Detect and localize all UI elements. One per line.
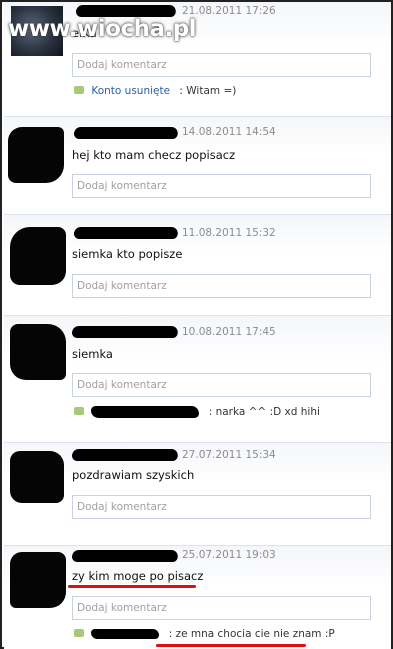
screenshot-frame: 21.08.2011 17:26 elKa Konto usunięte : W… — [0, 0, 393, 649]
avatar[interactable] — [10, 227, 66, 285]
post-text: zy kim moge po pisacz — [72, 569, 204, 583]
comment-input[interactable] — [73, 496, 370, 518]
post-date: 14.08.2011 14:54 — [182, 126, 276, 138]
comment-reply: : ze mna chocia cie nie znam :P — [74, 628, 335, 640]
comment-author-link[interactable]: Konto usunięte — [91, 85, 170, 97]
post-text: siemka kto popisze — [72, 247, 183, 261]
comment-field[interactable] — [72, 495, 371, 519]
comment-text: : narka ^^ :D xd hihi — [208, 406, 320, 418]
wall-post: 10.08.2011 17:45 siemka : narka ^^ :D xd… — [4, 315, 391, 437]
comment-field[interactable] — [72, 53, 371, 77]
comment-text: : Witam =) — [179, 85, 237, 97]
redacted-comment-author — [91, 406, 200, 418]
comment-icon — [74, 407, 84, 415]
comment-input[interactable] — [73, 275, 370, 297]
redacted-author-name — [70, 326, 180, 338]
wall-post: 14.08.2011 14:54 hej kto mam checz popis… — [4, 116, 391, 208]
post-date: 10.08.2011 17:45 — [182, 326, 276, 338]
comment-reply: Konto usunięte : Witam =) — [74, 85, 236, 97]
post-text: pozdrawiam szyskich — [72, 468, 195, 482]
avatar[interactable] — [8, 127, 64, 183]
post-text: hej kto mam checz popisacz — [72, 148, 236, 162]
post-date: 27.07.2011 15:34 — [182, 449, 276, 461]
wall-post: 25.07.2011 19:03 zy kim moge po pisacz :… — [4, 545, 391, 649]
comment-input[interactable] — [73, 175, 370, 197]
comment-icon — [74, 86, 84, 94]
post-date: 11.08.2011 15:32 — [182, 227, 276, 239]
avatar[interactable] — [10, 324, 66, 380]
redacted-author-name — [70, 550, 180, 562]
avatar[interactable] — [10, 552, 66, 608]
comment-text: : ze mna chocia cie nie znam :P — [168, 628, 335, 640]
wall-post: 11.08.2011 15:32 siemka kto popisze — [4, 214, 391, 309]
red-underline — [68, 585, 196, 588]
red-underline — [156, 644, 306, 647]
redacted-comment-author — [91, 629, 160, 639]
comment-reply: : narka ^^ :D xd hihi — [74, 406, 320, 418]
comment-input[interactable] — [73, 54, 370, 76]
redacted-author-name — [70, 449, 180, 461]
watermark-logo: www.wiocha.pl — [8, 16, 197, 42]
wall-post: 27.07.2011 15:34 pozdrawiam szyskich — [4, 442, 391, 540]
redacted-author-name — [72, 127, 180, 139]
comment-field[interactable] — [72, 274, 371, 298]
comment-input[interactable] — [73, 374, 370, 396]
redacted-author-name — [72, 227, 180, 239]
avatar[interactable] — [10, 451, 64, 503]
comment-field[interactable] — [72, 596, 371, 620]
comment-field[interactable] — [72, 174, 371, 198]
comment-input[interactable] — [73, 597, 370, 619]
comment-field[interactable] — [72, 373, 371, 397]
post-date: 25.07.2011 19:03 — [182, 549, 276, 561]
post-text: siemka — [72, 347, 113, 361]
comment-icon — [74, 629, 84, 637]
